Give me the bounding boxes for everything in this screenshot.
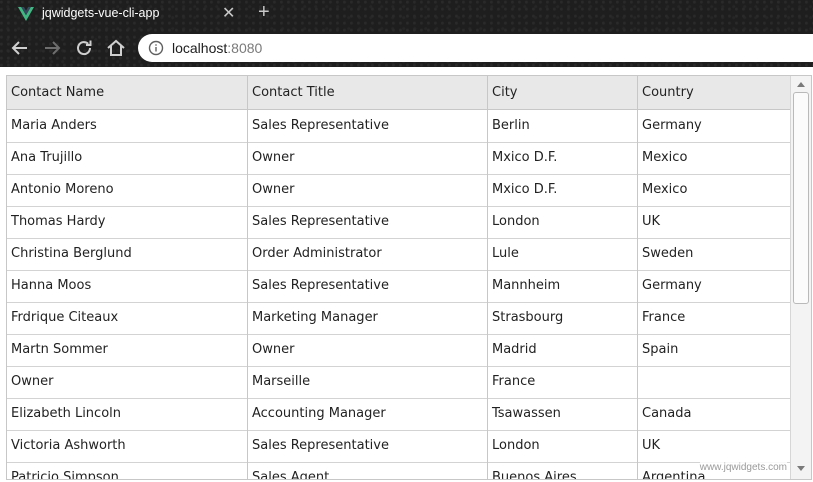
table-cell[interactable]: Owner [248, 334, 488, 366]
table-cell[interactable]: Hanna Moos [7, 270, 248, 302]
table-cell[interactable]: Lule [488, 238, 638, 270]
scroll-up-arrow-icon[interactable] [791, 77, 811, 91]
table-cell[interactable]: Sweden [638, 238, 790, 270]
vertical-scrollbar[interactable] [790, 76, 811, 479]
table-cell[interactable]: Order Administrator [248, 238, 488, 270]
reload-icon [77, 40, 92, 56]
table-cell[interactable]: Sales Representative [248, 206, 488, 238]
url-text: localhost:8080 [172, 40, 262, 56]
table-cell[interactable]: Germany [638, 270, 790, 302]
table-cell[interactable]: Germany [638, 110, 790, 142]
table-row[interactable]: Antonio Moreno Owner Mxico D.F. Mexico [7, 174, 790, 207]
data-grid: Contact Name Contact Title City Country … [6, 75, 812, 480]
table-cell[interactable]: UK [638, 430, 790, 462]
table-cell[interactable]: Owner [248, 174, 488, 206]
table-cell[interactable]: Mannheim [488, 270, 638, 302]
table-cell[interactable]: Marseille [248, 366, 488, 398]
table-cell[interactable]: Owner [7, 366, 248, 398]
table-cell[interactable]: Mexico [638, 142, 790, 174]
tab-close-icon[interactable]: ✕ [222, 3, 235, 23]
url-host: localhost [172, 40, 228, 56]
table-row[interactable]: Frdrique Citeaux Marketing Manager Strasbo… [7, 302, 790, 335]
table-cell[interactable]: Sales Representative [248, 430, 488, 462]
vue-logo-icon [18, 7, 34, 21]
table-row[interactable]: Patricio Simpson Sales Agent Buenos Aires A… [7, 462, 790, 479]
forward-button[interactable] [41, 37, 63, 59]
scroll-down-arrow-icon[interactable] [791, 462, 811, 476]
table-cell[interactable]: Frdrique Citeaux [7, 302, 248, 334]
table-row[interactable]: Elizabeth Lincoln Accounting Manager Tsawa… [7, 398, 790, 431]
table-cell[interactable]: Mxico D.F. [488, 142, 638, 174]
table-cell[interactable]: Sales Representative [248, 270, 488, 302]
table-cell[interactable]: Ana Trujillo [7, 142, 248, 174]
column-header-country[interactable]: Country [638, 76, 790, 109]
table-row[interactable]: Owner Marseille France [7, 366, 790, 399]
table-cell[interactable]: Strasbourg [488, 302, 638, 334]
new-tab-button[interactable]: + [258, 1, 270, 24]
url-port: :8080 [227, 40, 263, 56]
column-header-contact-name[interactable]: Contact Name [7, 76, 248, 109]
table-cell[interactable]: Accounting Manager [248, 398, 488, 430]
table-row[interactable]: Christina Berglund Order Administrator Lul… [7, 238, 790, 271]
table-cell[interactable]: London [488, 430, 638, 462]
info-icon[interactable] [148, 40, 164, 56]
table-cell[interactable]: Patricio Simpson [7, 462, 248, 479]
table-cell[interactable]: Antonio Moreno [7, 174, 248, 206]
browser-chrome: jqwidgets-vue-cli-app ✕ + localhost:8080 [0, 0, 813, 67]
table-cell[interactable]: Owner [248, 142, 488, 174]
table-cell[interactable]: Mexico [638, 174, 790, 206]
table-cell[interactable]: Elizabeth Lincoln [7, 398, 248, 430]
column-header-city[interactable]: City [488, 76, 638, 109]
table-cell[interactable]: Buenos Aires [488, 462, 638, 479]
table-cell[interactable]: Spain [638, 334, 790, 366]
grid-header: Contact Name Contact Title City Country [7, 76, 790, 110]
table-row[interactable]: Hanna Moos Sales Representative Mannheim Ge… [7, 270, 790, 303]
home-icon [107, 39, 125, 56]
table-cell[interactable]: Tsawassen [488, 398, 638, 430]
table-cell[interactable]: Thomas Hardy [7, 206, 248, 238]
table-row[interactable]: Victoria Ashworth Sales Representative Lon… [7, 430, 790, 463]
table-row[interactable]: Ana Trujillo Owner Mxico D.F. Mexico [7, 142, 790, 175]
table-cell[interactable]: Marketing Manager [248, 302, 488, 334]
browser-tab[interactable]: jqwidgets-vue-cli-app ✕ [8, 0, 248, 29]
back-button[interactable] [9, 37, 31, 59]
table-row[interactable]: Maria Anders Sales Representative Berlin Ge… [7, 110, 790, 143]
scrollbar-thumb[interactable] [793, 92, 809, 304]
table-cell[interactable]: Mxico D.F. [488, 174, 638, 206]
table-cell[interactable]: Christina Berglund [7, 238, 248, 270]
table-cell[interactable]: Martn Sommer [7, 334, 248, 366]
table-cell[interactable]: Madrid [488, 334, 638, 366]
address-bar[interactable]: localhost:8080 [138, 34, 813, 62]
table-cell[interactable]: UK [638, 206, 790, 238]
home-button[interactable] [105, 37, 127, 59]
tab-title: jqwidgets-vue-cli-app [42, 6, 160, 20]
table-cell[interactable]: France [488, 366, 638, 398]
table-cell[interactable]: Sales Representative [248, 110, 488, 142]
table-cell[interactable]: Canada [638, 398, 790, 430]
table-cell[interactable]: Victoria Ashworth [7, 430, 248, 462]
table-row[interactable]: Martn Sommer Owner Madrid Spain [7, 334, 790, 367]
table-cell[interactable]: London [488, 206, 638, 238]
back-icon [11, 41, 27, 55]
table-row[interactable]: Thomas Hardy Sales Representative London UK [7, 206, 790, 239]
table-cell[interactable]: Sales Agent [248, 462, 488, 479]
table-cell[interactable]: Maria Anders [7, 110, 248, 142]
watermark: www.jqwidgets.com [699, 462, 787, 473]
forward-icon [45, 41, 61, 55]
reload-button[interactable] [73, 37, 95, 59]
table-cell[interactable]: France [638, 302, 790, 334]
table-cell[interactable] [638, 366, 790, 398]
column-header-contact-title[interactable]: Contact Title [248, 76, 488, 109]
table-cell[interactable]: Berlin [488, 110, 638, 142]
